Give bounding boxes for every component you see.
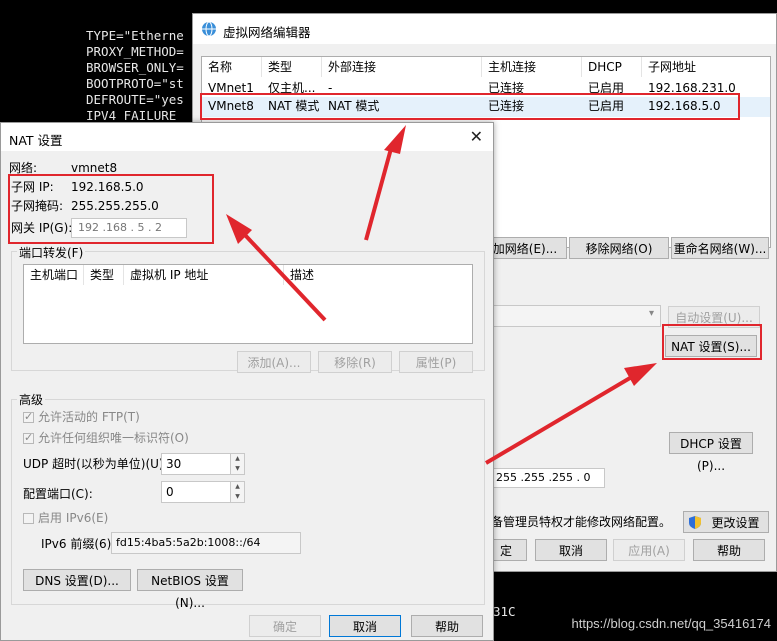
annotation-arrows	[226, 125, 657, 465]
arrow-to-ip-settings	[226, 214, 327, 322]
arrow-to-nat-button	[484, 363, 657, 465]
arrow-to-row	[364, 125, 406, 241]
